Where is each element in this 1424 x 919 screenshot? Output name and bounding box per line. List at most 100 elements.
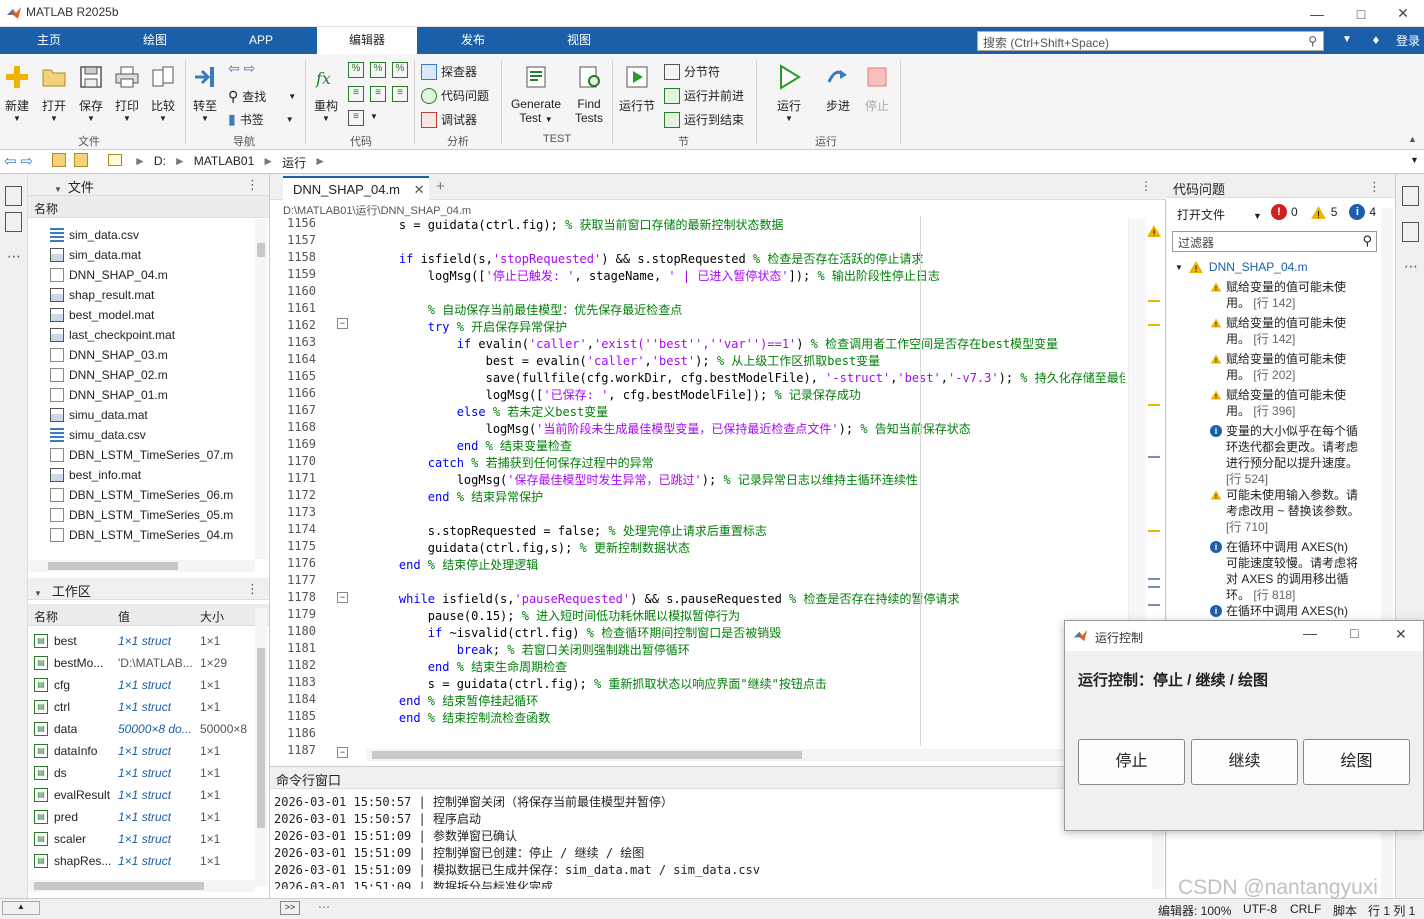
code-line[interactable]: end % 结束变量检查 <box>370 437 572 454</box>
code-line[interactable]: end % 结束控制流检查函数 <box>370 709 550 726</box>
compare-button[interactable]: 比较 ▼ <box>148 64 178 123</box>
file-item[interactable]: DNN_SHAP_01.m <box>0 385 255 405</box>
stop-button[interactable]: 停止 <box>1078 739 1185 785</box>
fold-toggle-icon[interactable]: − <box>337 318 348 329</box>
add-tab-icon[interactable]: + <box>436 178 445 195</box>
uncomment-icon[interactable]: % <box>370 62 386 78</box>
code-line[interactable]: s = guidata(ctrl.fig); % 获取当前窗口存储的最新控制状态… <box>370 216 784 233</box>
issue-line-ref[interactable]: [行 142] <box>1253 296 1295 310</box>
encoding-status[interactable]: UTF-8 <box>1243 902 1277 916</box>
info-marker[interactable] <box>1148 456 1160 458</box>
collapse-icon[interactable]: ▼ <box>54 185 62 194</box>
warning-marker[interactable] <box>1148 530 1160 532</box>
workspace-row[interactable]: ▤ ctrl 1×1 struct 1×1 <box>28 696 255 718</box>
filter-input[interactable]: 过滤器 ⚲ <box>1172 231 1377 252</box>
breadcrumb-folder[interactable]: MATLAB01 <box>194 154 254 171</box>
issue-line-ref[interactable]: [行 396] <box>1253 404 1295 418</box>
issue-line-ref[interactable]: [行 142] <box>1253 332 1295 346</box>
save-button[interactable]: 保存 ▼ <box>77 64 105 123</box>
warning-marker[interactable] <box>1148 404 1160 406</box>
profiler-button[interactable]: 探查器 <box>421 63 477 80</box>
code-line[interactable]: if isfield(s,'stopRequested') && s.stopR… <box>370 250 923 267</box>
code-line[interactable]: save(fullfile(cfg.workDir, cfg.bestModel… <box>370 369 1125 386</box>
issue-item[interactable]: 在循环中调用 AXES(h) <box>1226 603 1362 619</box>
file-item[interactable]: last_checkpoint.mat <box>0 325 255 345</box>
issue-item[interactable]: 赋给变量的值可能未使用。 [行 202] <box>1226 351 1362 383</box>
kebab-menu-icon[interactable]: ⋮ <box>246 581 259 597</box>
issue-item[interactable]: 可能未使用输入参数。请考虑改用 ~ 替换该参数。 [行 710] <box>1226 487 1362 535</box>
code-line[interactable]: logMsg(['已保存: ', cfg.bestModelFile]); % … <box>370 386 861 403</box>
tab-apps[interactable]: APP <box>212 27 310 54</box>
workspace-row[interactable]: ▤ ds 1×1 struct 1×1 <box>28 762 255 784</box>
file-item[interactable]: DNN_SHAP_04.m <box>0 265 255 285</box>
generate-test-button[interactable]: Generate Test ▼ <box>506 64 566 125</box>
back-forward-icon[interactable]: ⇦ ⇨ <box>228 60 268 76</box>
maximize-button[interactable]: □ <box>1350 625 1358 641</box>
workspace-row[interactable]: ▤ bestMo... 'D:\MATLAB... 1×29 <box>28 652 255 674</box>
code-line[interactable]: logMsg(['停止已触发: ', stageName, ' | 已进入暂停状… <box>370 267 940 284</box>
issues-file-node[interactable]: ▼ ! DNN_SHAP_04.m <box>1175 260 1308 274</box>
file-item[interactable]: DNN_SHAP_03.m <box>0 345 255 365</box>
tab-publish[interactable]: 发布 <box>424 27 522 54</box>
stop-button[interactable]: 停止 <box>860 64 894 114</box>
run-to-end-button[interactable]: 运行到结束 <box>664 111 744 128</box>
file-item[interactable]: best_model.mat <box>0 305 255 325</box>
workspace-row[interactable]: ▤ scaler 1×1 struct 1×1 <box>28 828 255 850</box>
close-tab-icon[interactable]: ✕ <box>414 182 425 197</box>
info-marker[interactable] <box>1148 578 1160 580</box>
minimize-button[interactable]: — <box>1303 625 1317 641</box>
code-line[interactable]: % 自动保存当前最佳模型：优先保存最近检查点 <box>370 301 682 318</box>
open-button[interactable]: 打开 ▼ <box>40 64 68 123</box>
chevron-down-icon[interactable]: ▼ <box>1410 155 1419 165</box>
workspace-row[interactable]: ▤ dataInfo 1×1 struct 1×1 <box>28 740 255 762</box>
bell-icon[interactable]: ♦ <box>1366 30 1386 50</box>
info-marker[interactable] <box>1148 586 1160 588</box>
code-line[interactable]: end % 结束生命周期检查 <box>370 658 567 675</box>
tab-home[interactable]: 主页 <box>0 27 98 54</box>
workspace-row[interactable]: ▤ evalResult 1×1 struct 1×1 <box>28 784 255 806</box>
collapse-icon[interactable]: ▲ <box>2 901 40 915</box>
print-button[interactable]: 打印 ▼ <box>113 64 141 123</box>
collapse-icon[interactable]: ▼ <box>34 589 42 598</box>
warning-marker[interactable] <box>1148 324 1160 326</box>
code-line[interactable]: logMsg('当前阶段未生成最佳模型变量，已保持最近检查点文件'); % 告知… <box>370 420 971 437</box>
command-output[interactable]: 2026-03-01 15:50:57 | 控制弹窗关闭（将保存当前最佳模型并暂… <box>274 793 1154 889</box>
collapse-ribbon-icon[interactable]: ▲ <box>1408 134 1417 144</box>
file-item[interactable]: DBN_LSTM_TimeSeries_04.m <box>0 525 255 545</box>
run-advance-button[interactable]: 运行并前进 <box>664 87 744 104</box>
eol-status[interactable]: CRLF <box>1290 902 1321 916</box>
section-break-button[interactable]: 分节符 <box>664 63 720 80</box>
issue-item[interactable]: 赋给变量的值可能未使用。 [行 142] <box>1226 315 1362 347</box>
tab-editor[interactable]: 编辑器 <box>317 27 417 54</box>
file-item[interactable]: simu_data.csv <box>0 425 255 445</box>
warning-marker[interactable] <box>1148 300 1160 302</box>
editor-hscrollbar[interactable] <box>366 749 1126 761</box>
workspace-row[interactable]: ▤ pred 1×1 struct 1×1 <box>28 806 255 828</box>
code-line[interactable]: s = guidata(ctrl.fig); % 重新抓取状态以响应界面"继续"… <box>370 675 827 692</box>
close-button[interactable]: ✕ <box>1395 626 1407 643</box>
workspace-row[interactable]: ▤ cfg 1×1 struct 1×1 <box>28 674 255 696</box>
fold-toggle-icon[interactable]: − <box>337 747 348 758</box>
code-line[interactable]: best = evalin('caller','best'); % 从上级工作区… <box>370 352 881 369</box>
prompt-icon[interactable]: >> <box>280 901 300 915</box>
file-item[interactable]: sim_data.csv <box>0 225 255 245</box>
more-icon[interactable]: ⋯ <box>318 900 330 914</box>
wrap-comment-icon[interactable]: % <box>392 62 408 78</box>
zoom-status[interactable]: 编辑器: 100% <box>1158 902 1231 919</box>
run-button[interactable]: 运行 ▼ <box>772 64 806 123</box>
code-line[interactable]: end % 结束异常保护 <box>370 488 543 505</box>
ws-col-size[interactable]: 大小 <box>200 608 224 625</box>
issue-item[interactable]: 在循环中调用 AXES(h) 可能速度较慢。请考虑将对 AXES 的调用移出循环… <box>1226 539 1362 603</box>
ws-col-value[interactable]: 值 <box>118 608 130 625</box>
file-item[interactable]: DBN_LSTM_TimeSeries_05.m <box>0 505 255 525</box>
workspace-row[interactable]: ▤ shapRes... 1×1 struct 1×1 <box>28 850 255 872</box>
code-line[interactable]: if ~isvalid(ctrl.fig) % 检查循环期间控制窗口是否被销毁 <box>370 624 781 641</box>
code-issues-panel-icon[interactable] <box>1402 186 1419 206</box>
smart-indent-icon[interactable]: ≡ <box>370 86 386 102</box>
workspace-row[interactable]: ▤ data 50000×8 do... 50000×8 <box>28 718 255 740</box>
plot-button[interactable]: 绘图 <box>1303 739 1410 785</box>
code-line[interactable]: end % 结束暂停挂起循环 <box>370 692 538 709</box>
login-link[interactable]: 登录 <box>1396 32 1420 49</box>
code-line[interactable]: else % 若未定义best变量 <box>370 403 609 420</box>
browse-folder-icon[interactable] <box>74 153 88 167</box>
